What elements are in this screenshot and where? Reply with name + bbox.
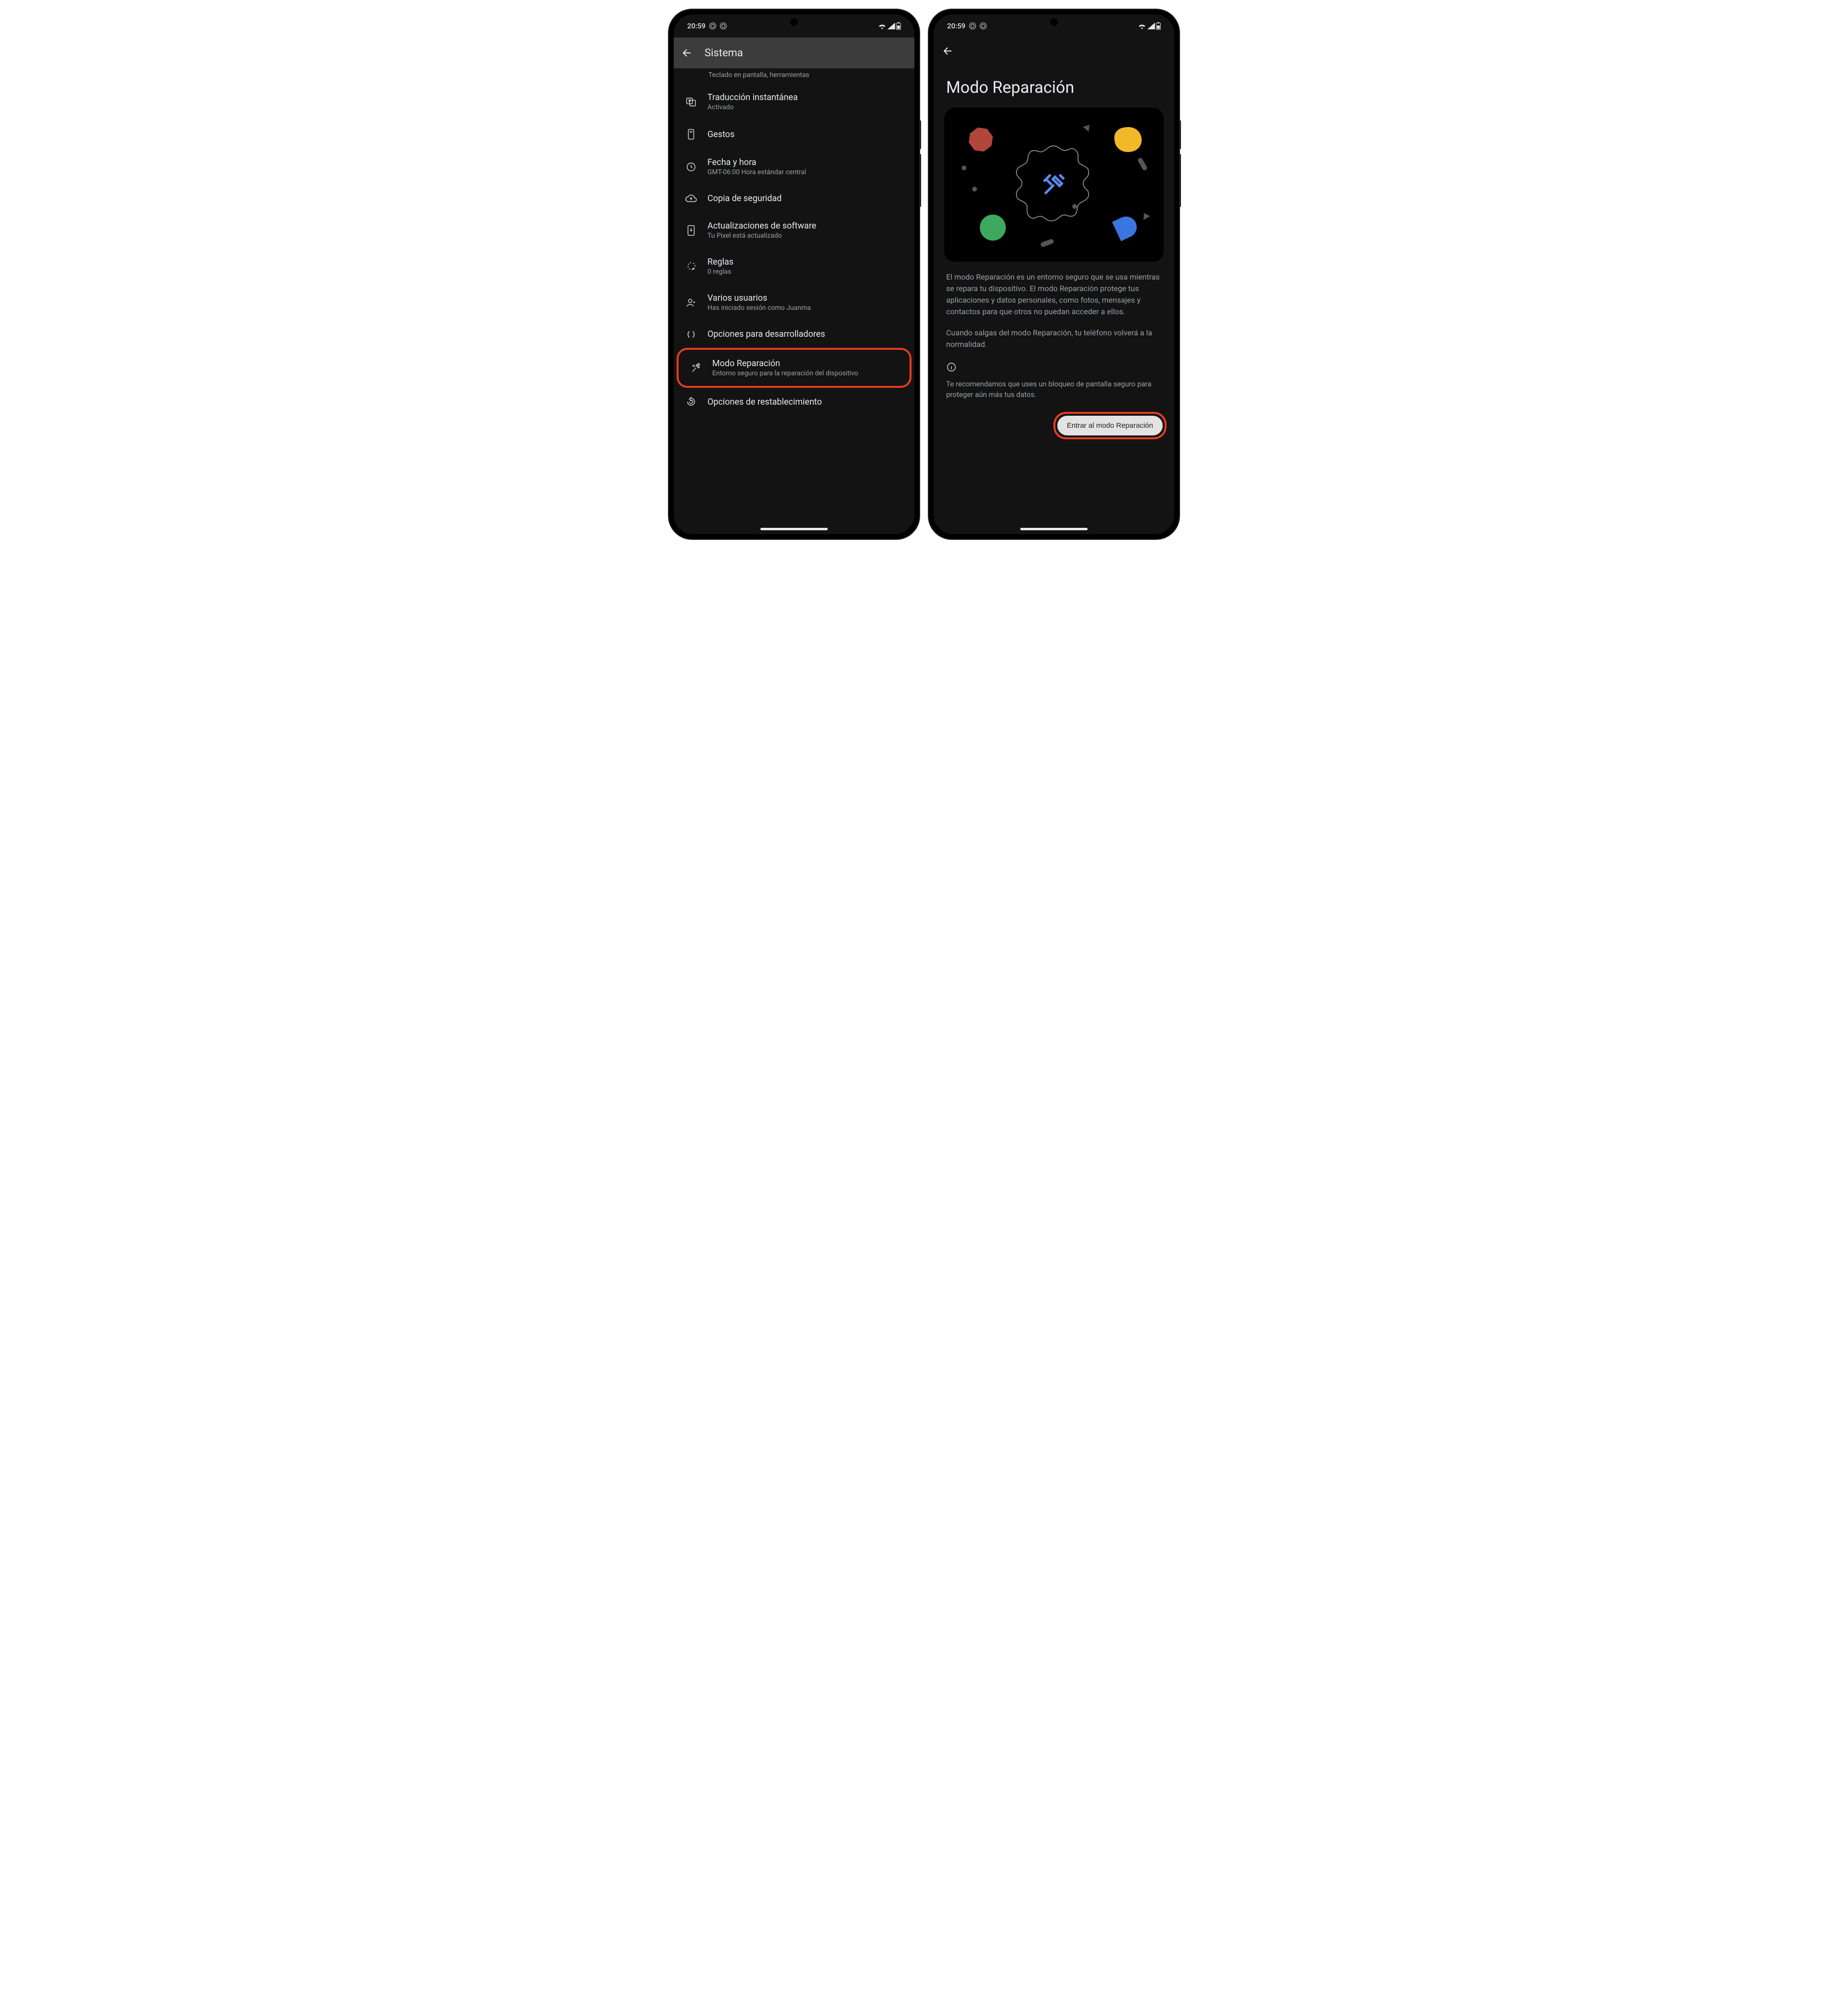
item-label: Copia de seguridad xyxy=(707,193,782,204)
clock-icon xyxy=(684,162,698,172)
cutoff-row: Teclado en pantalla, herramientas xyxy=(674,68,914,84)
power-button xyxy=(1179,154,1181,207)
item-gestures[interactable]: Gestos xyxy=(674,120,914,149)
back-icon[interactable] xyxy=(942,45,954,57)
nav-pill[interactable] xyxy=(1020,528,1088,530)
nav-pill[interactable] xyxy=(760,528,828,530)
shape-half-blue xyxy=(1112,213,1140,241)
page-title: Modo Reparación xyxy=(934,64,1174,108)
enter-repair-button[interactable]: Entrar al modo Reparación xyxy=(1057,416,1163,435)
item-backup[interactable]: Copia de seguridad xyxy=(674,185,914,212)
power-button xyxy=(919,154,921,207)
shape-hexagon-red xyxy=(968,127,994,153)
camera-notch xyxy=(790,18,798,26)
wifi-icon xyxy=(878,23,886,29)
repair-icon xyxy=(689,363,703,373)
phone-right: 20:59 Modo Reparación xyxy=(929,10,1179,539)
item-repair-mode[interactable]: Modo Reparación Entorno seguro para la r… xyxy=(679,350,910,386)
rules-icon xyxy=(684,261,698,272)
bar-icon xyxy=(1040,239,1054,248)
screen-repair-mode: 20:59 Modo Reparación xyxy=(934,14,1174,534)
settings-list[interactable]: Teclado en pantalla, herramientas Traduc… xyxy=(674,68,914,534)
description-paragraph-2: Cuando salgas del modo Reparación, tu te… xyxy=(934,318,1174,350)
item-sublabel: GMT-06:00 Hora estándar central xyxy=(707,168,806,176)
phone-left: 20:59 Sistema Teclado en pantalla, herra… xyxy=(669,10,919,539)
recommendation-text: Te recomendamos que uses un bloqueo de p… xyxy=(934,372,1174,400)
app-bar: Sistema xyxy=(674,38,914,68)
footer: Entrar al modo Reparación xyxy=(934,412,1167,439)
highlight-enter-button: Entrar al modo Reparación xyxy=(1053,412,1167,439)
signal-icon xyxy=(1147,23,1155,29)
volume-button xyxy=(919,120,921,149)
threads-icon xyxy=(980,23,987,29)
back-icon[interactable] xyxy=(681,47,693,59)
description-paragraph-1: El modo Reparación es un entorno seguro … xyxy=(934,262,1174,318)
dev-icon xyxy=(684,330,698,339)
status-time: 20:59 xyxy=(947,22,965,30)
item-reset-options[interactable]: Opciones de restablecimiento xyxy=(674,388,914,416)
threads-icon xyxy=(969,23,976,29)
item-label: Opciones de restablecimiento xyxy=(707,397,822,407)
item-rules[interactable]: Reglas 0 reglas xyxy=(674,248,914,284)
highlight-repair-mode: Modo Reparación Entorno seguro para la r… xyxy=(677,348,911,388)
reset-icon xyxy=(684,396,698,407)
item-developer-options[interactable]: Opciones para desarrolladores xyxy=(674,320,914,348)
translate-icon xyxy=(684,97,698,107)
dot-icon xyxy=(1072,204,1077,209)
item-label: Traducción instantánea xyxy=(707,92,798,102)
gesture-icon xyxy=(684,128,698,140)
dot-icon xyxy=(972,187,977,192)
appbar-title: Sistema xyxy=(705,47,743,59)
update-icon xyxy=(684,225,698,236)
signal-icon xyxy=(887,23,895,29)
top-bar xyxy=(934,38,1174,64)
threads-icon xyxy=(709,23,716,29)
triangle-icon xyxy=(1083,122,1092,131)
item-label: Gestos xyxy=(707,129,734,140)
item-users[interactable]: Varios usuarios Has iniciado sesión como… xyxy=(674,284,914,320)
item-datetime[interactable]: Fecha y hora GMT-06:00 Hora estándar cen… xyxy=(674,149,914,185)
threads-icon xyxy=(720,23,727,29)
triangle-icon xyxy=(1141,211,1150,220)
volume-button xyxy=(1179,120,1181,149)
repair-illustration xyxy=(944,108,1164,262)
item-sublabel: Has iniciado sesión como Juanma xyxy=(707,304,811,312)
backup-icon xyxy=(684,194,698,203)
item-translate[interactable]: Traducción instantánea Activado xyxy=(674,84,914,120)
item-label: Modo Reparación xyxy=(712,358,858,369)
status-time: 20:59 xyxy=(687,22,706,30)
item-sublabel: Entorno seguro para la reparación del di… xyxy=(712,370,858,377)
shape-blob-yellow xyxy=(1113,125,1143,153)
screen-system-settings: 20:59 Sistema Teclado en pantalla, herra… xyxy=(674,14,914,534)
item-sublabel: Tu Pixel está actualizado xyxy=(707,232,816,240)
users-icon xyxy=(684,298,698,307)
bar-icon xyxy=(1137,157,1148,171)
info-row xyxy=(934,350,1174,372)
item-label: Opciones para desarrolladores xyxy=(707,329,825,339)
item-software-update[interactable]: Actualizaciones de software Tu Pixel est… xyxy=(674,212,914,248)
item-sublabel: Activado xyxy=(707,103,798,111)
battery-icon xyxy=(1156,22,1161,30)
item-label: Fecha y hora xyxy=(707,157,806,167)
item-label: Actualizaciones de software xyxy=(707,221,816,231)
battery-icon xyxy=(896,22,901,30)
dot-icon xyxy=(962,166,966,170)
item-label: Reglas xyxy=(707,257,733,267)
item-sublabel: 0 reglas xyxy=(707,268,733,276)
item-label: Varios usuarios xyxy=(707,293,811,303)
camera-notch xyxy=(1050,18,1058,26)
tools-icon xyxy=(1040,171,1067,198)
info-icon xyxy=(946,362,957,372)
wifi-icon xyxy=(1138,23,1146,29)
shape-circle-green xyxy=(980,215,1006,241)
